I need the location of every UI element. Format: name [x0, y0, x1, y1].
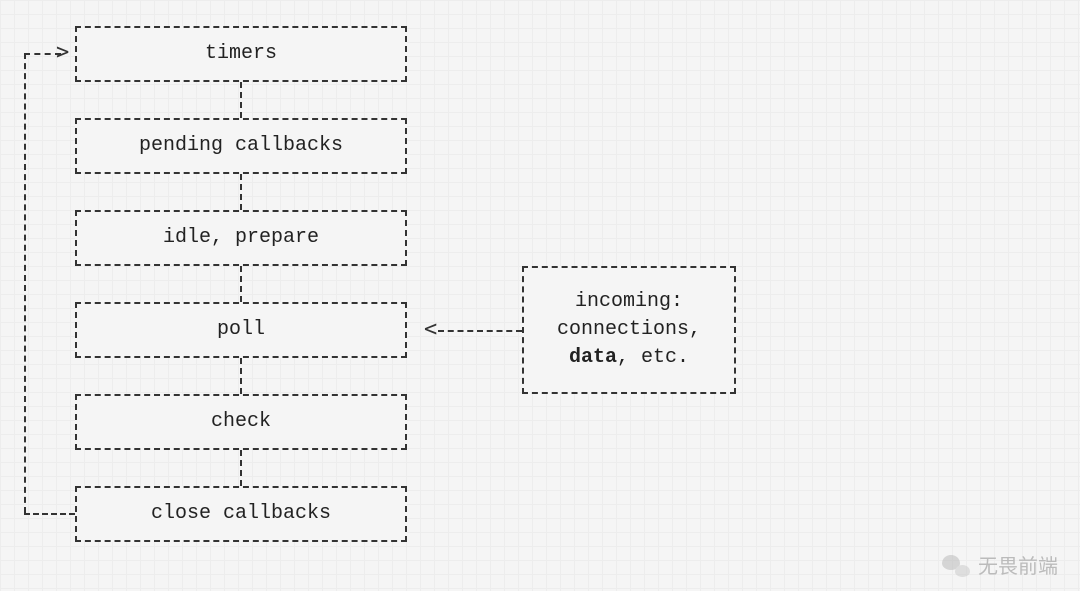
stage-label: pending callbacks: [139, 132, 343, 160]
watermark: 无畏前端: [942, 550, 1058, 579]
stage-close-callbacks: close callbacks: [75, 486, 407, 542]
connector: [240, 266, 242, 302]
incoming-line2: connections,: [557, 318, 701, 341]
stage-poll: poll: [75, 302, 407, 358]
stage-timers: timers: [75, 26, 407, 82]
wechat-icon: [942, 553, 970, 577]
incoming-line3-rest: , etc.: [617, 346, 689, 369]
connector: [240, 82, 242, 118]
stage-pending-callbacks: pending callbacks: [75, 118, 407, 174]
incoming-connector: [438, 330, 522, 332]
connector: [240, 358, 242, 394]
incoming-text: incoming: connections, data, etc.: [557, 288, 701, 372]
connector: [240, 174, 242, 210]
stage-label: timers: [205, 40, 277, 68]
stage-label: check: [211, 408, 271, 436]
arrow-left-icon: <: [424, 319, 437, 341]
connector: [240, 450, 242, 486]
stage-label: idle, prepare: [163, 224, 319, 252]
loop-connector-left: [24, 53, 26, 513]
stage-idle-prepare: idle, prepare: [75, 210, 407, 266]
event-loop-diagram: timers pending callbacks idle, prepare p…: [0, 0, 1080, 591]
stage-label: poll: [217, 316, 265, 344]
incoming-box: incoming: connections, data, etc.: [522, 266, 736, 394]
stage-check: check: [75, 394, 407, 450]
loop-connector-bottom: [24, 513, 75, 515]
stage-label: close callbacks: [151, 500, 331, 528]
arrow-right-icon: >: [56, 42, 69, 64]
watermark-text: 无畏前端: [978, 550, 1058, 579]
incoming-line3-bold: data: [569, 346, 617, 369]
incoming-line1: incoming:: [575, 290, 683, 313]
